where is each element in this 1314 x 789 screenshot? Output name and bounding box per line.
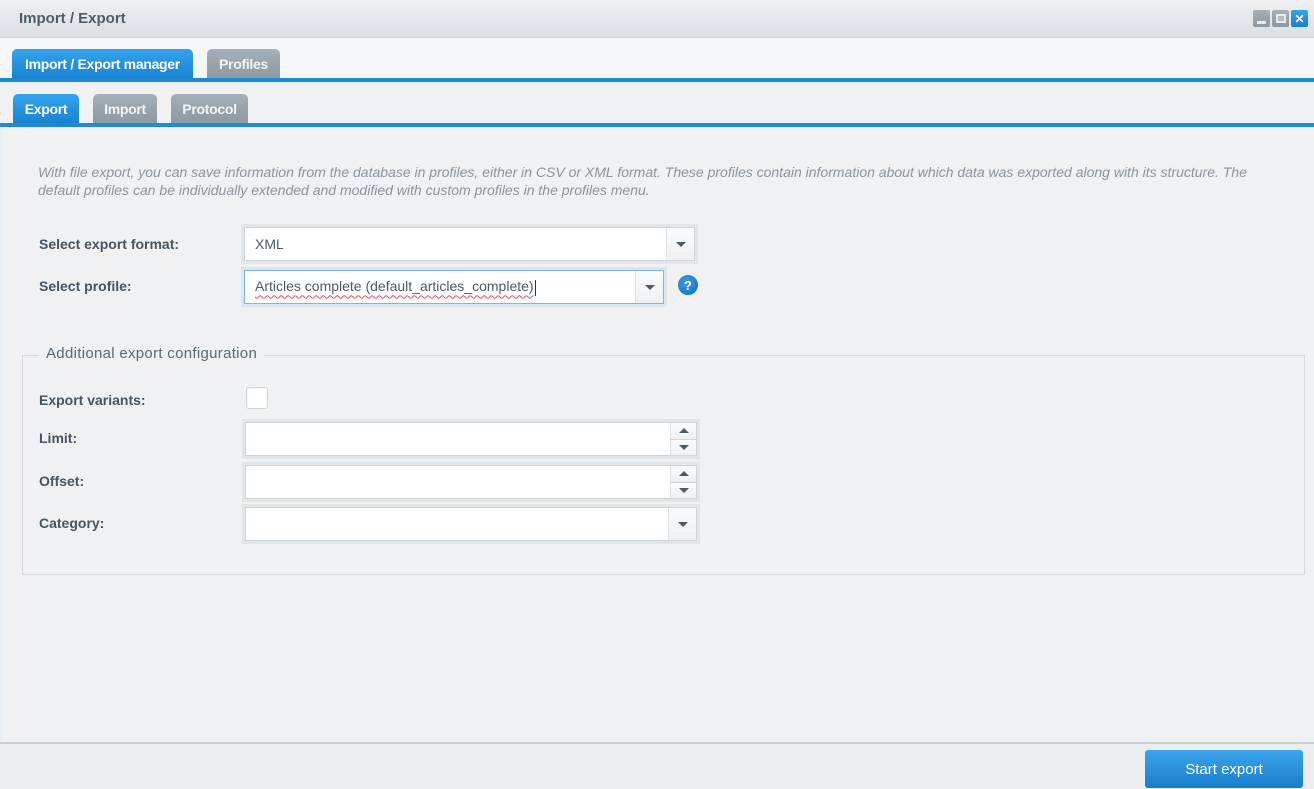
export-format-value: XML bbox=[255, 236, 284, 252]
profile-label: Select profile: bbox=[39, 278, 132, 294]
export-panel: With file export, you can save informati… bbox=[0, 127, 1314, 742]
intro-text: With file export, you can save informati… bbox=[38, 164, 1247, 198]
maximize-icon bbox=[1275, 14, 1286, 23]
tab-label: Protocol bbox=[182, 100, 237, 117]
tab-label: Import / Export manager bbox=[25, 55, 180, 72]
maximize-button[interactable] bbox=[1272, 10, 1289, 27]
export-format-select[interactable]: XML bbox=[244, 227, 695, 261]
tab-import[interactable]: Import bbox=[93, 94, 157, 123]
export-format-label: Select export format: bbox=[39, 236, 180, 252]
footer-toolbar: Start export bbox=[0, 742, 1314, 789]
chevron-down-icon bbox=[675, 241, 686, 247]
window-title: Import / Export bbox=[19, 10, 126, 27]
tab-export[interactable]: Export bbox=[13, 94, 79, 123]
arrow-down-icon bbox=[678, 487, 689, 493]
arrow-up-icon bbox=[678, 471, 689, 477]
help-icon[interactable]: ? bbox=[678, 275, 698, 295]
arrow-down-icon bbox=[678, 444, 689, 450]
export-format-dropdown-button[interactable] bbox=[666, 228, 694, 260]
tab-import-export-manager[interactable]: Import / Export manager bbox=[12, 49, 193, 78]
limit-label: Limit: bbox=[39, 430, 78, 446]
main-tabbar: Import / Export manager Profiles bbox=[0, 38, 1314, 82]
offset-stepper[interactable] bbox=[245, 465, 697, 499]
tab-label: Export bbox=[24, 100, 68, 117]
limit-stepper[interactable] bbox=[245, 422, 697, 456]
close-icon: ✕ bbox=[1294, 11, 1305, 26]
profile-value: Articles complete (default_articles_comp… bbox=[255, 278, 534, 295]
start-export-button[interactable]: Start export bbox=[1145, 750, 1303, 788]
limit-increment-button[interactable] bbox=[671, 423, 696, 440]
chevron-down-icon bbox=[644, 284, 655, 290]
export-variants-checkbox[interactable] bbox=[246, 387, 268, 409]
offset-spinner bbox=[670, 466, 696, 498]
offset-increment-button[interactable] bbox=[671, 466, 696, 483]
limit-spinner bbox=[670, 423, 696, 455]
tab-label: Import bbox=[104, 100, 146, 117]
window-titlebar: Import / Export ✕ bbox=[0, 0, 1314, 38]
close-button[interactable]: ✕ bbox=[1291, 10, 1308, 27]
export-variants-label: Export variants: bbox=[39, 392, 146, 408]
tab-protocol[interactable]: Protocol bbox=[171, 94, 248, 123]
profile-value-wrap: Articles complete (default_articles_comp… bbox=[245, 278, 635, 296]
offset-input[interactable] bbox=[246, 466, 670, 498]
limit-decrement-button[interactable] bbox=[671, 439, 696, 455]
help-glyph: ? bbox=[684, 277, 692, 293]
offset-label: Offset: bbox=[39, 473, 85, 489]
start-export-label: Start export bbox=[1185, 760, 1263, 778]
profile-dropdown-button[interactable] bbox=[635, 271, 663, 303]
additional-config-fieldset: Additional export configuration Export v… bbox=[22, 345, 1305, 575]
arrow-up-icon bbox=[678, 428, 689, 434]
tab-label: Profiles bbox=[219, 55, 268, 72]
sub-tabbar: Export Import Protocol bbox=[0, 82, 1314, 127]
chevron-down-icon bbox=[677, 521, 688, 527]
additional-config-legend: Additional export configuration bbox=[39, 345, 265, 362]
minimize-button[interactable] bbox=[1253, 10, 1270, 27]
offset-decrement-button[interactable] bbox=[671, 482, 696, 498]
category-dropdown-button[interactable] bbox=[668, 508, 696, 540]
text-caret bbox=[534, 279, 536, 296]
category-select[interactable] bbox=[245, 507, 697, 541]
limit-input[interactable] bbox=[246, 423, 670, 455]
minimize-icon bbox=[1257, 20, 1266, 24]
window-controls: ✕ bbox=[1253, 10, 1308, 27]
profile-select[interactable]: Articles complete (default_articles_comp… bbox=[244, 270, 664, 304]
tab-profiles[interactable]: Profiles bbox=[207, 49, 280, 78]
category-label: Category: bbox=[39, 515, 105, 531]
